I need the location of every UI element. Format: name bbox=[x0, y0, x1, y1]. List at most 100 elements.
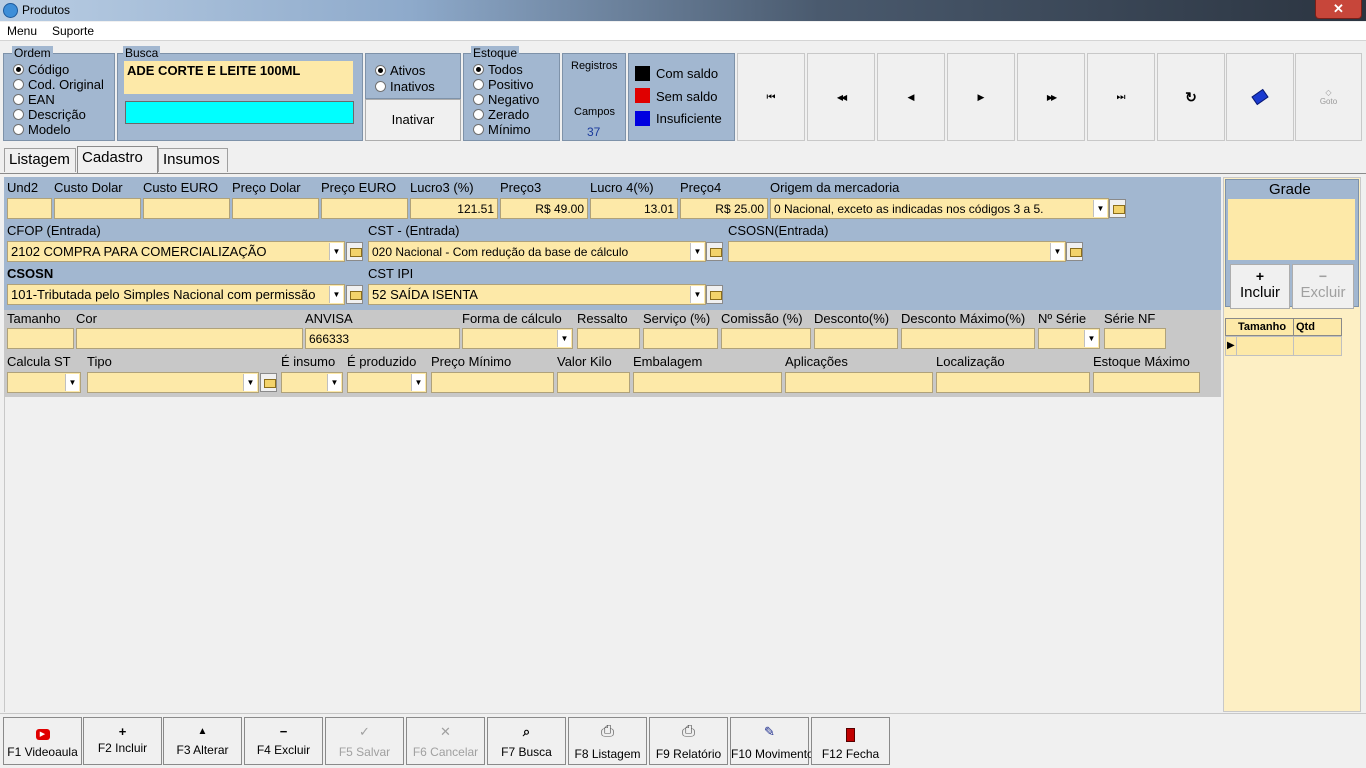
estoque-option-todos[interactable]: Todos bbox=[473, 62, 523, 77]
grade-excluir-button[interactable]: − Excluir bbox=[1292, 264, 1354, 309]
f8-listagem-button[interactable]: ⎙ F8 Listagem bbox=[568, 717, 647, 765]
chevron-down-icon: ▼ bbox=[411, 374, 425, 391]
comissao-input[interactable] bbox=[721, 328, 811, 349]
estoque-option-negativo[interactable]: Negativo bbox=[473, 92, 539, 107]
anvisa-input[interactable]: 666333 bbox=[305, 328, 460, 349]
tipo-folder-icon[interactable] bbox=[260, 373, 277, 392]
grade-incluir-button[interactable]: + Incluir bbox=[1230, 264, 1290, 309]
ordem-option-cod-original[interactable]: Cod. Original bbox=[13, 77, 104, 92]
preco3-input[interactable]: R$ 49.00 bbox=[500, 198, 588, 219]
ordem-option-descricao[interactable]: Descrição bbox=[13, 107, 86, 122]
plus-icon: + bbox=[1255, 268, 1265, 284]
f1-videoaula-button[interactable]: ▶ F1 Videoaula bbox=[3, 717, 82, 765]
numero-serie-select[interactable]: ▼ bbox=[1038, 328, 1100, 349]
aplicacoes-input[interactable] bbox=[785, 372, 933, 393]
preco-dolar-input[interactable] bbox=[232, 198, 319, 219]
radio-icon bbox=[13, 124, 24, 135]
e-insumo-select[interactable]: ▼ bbox=[281, 372, 343, 393]
cst-ipi-select[interactable]: 52 SAÍDA ISENTA ▼ bbox=[368, 284, 706, 305]
e-insumo-label: É insumo bbox=[281, 354, 336, 369]
csosn-select[interactable]: 101-Tributada pelo Simples Nacional com … bbox=[7, 284, 345, 305]
f2-incluir-button[interactable]: + F2 Incluir bbox=[83, 717, 162, 765]
tamanho-input[interactable] bbox=[7, 328, 74, 349]
goto-button[interactable]: ◇ Goto bbox=[1295, 53, 1362, 141]
custo-dolar-input[interactable] bbox=[54, 198, 141, 219]
preco4-input[interactable]: R$ 25.00 bbox=[680, 198, 768, 219]
lucro3-input[interactable]: 121.51 bbox=[410, 198, 498, 219]
insuficiente-swatch bbox=[635, 111, 650, 126]
tab-insumos[interactable]: Insumos bbox=[158, 148, 228, 172]
menu-item-suporte[interactable]: Suporte bbox=[52, 24, 94, 38]
csosn-folder-icon[interactable] bbox=[346, 285, 363, 304]
tab-listagem[interactable]: Listagem bbox=[4, 148, 76, 172]
localizacao-input[interactable] bbox=[936, 372, 1090, 393]
next-record-button[interactable]: ▶ bbox=[947, 53, 1015, 141]
serie-nf-input[interactable] bbox=[1104, 328, 1166, 349]
window-title: Produtos bbox=[22, 3, 71, 17]
next-page-button[interactable]: ▶▶ bbox=[1017, 53, 1085, 141]
ordem-option-ean[interactable]: EAN bbox=[13, 92, 55, 107]
menu-item-menu[interactable]: Menu bbox=[7, 24, 37, 38]
preco-minimo-input[interactable] bbox=[431, 372, 554, 393]
com-saldo-swatch bbox=[635, 66, 650, 81]
column-header-qtd: Qtd bbox=[1296, 321, 1315, 333]
csosn-entrada-select[interactable]: ▼ bbox=[728, 241, 1066, 262]
desconto-input[interactable] bbox=[814, 328, 898, 349]
close-button[interactable]: ✕ bbox=[1315, 0, 1362, 19]
ressalto-input[interactable] bbox=[577, 328, 640, 349]
last-record-button[interactable]: ⏭ bbox=[1087, 53, 1155, 141]
lucro4-input[interactable]: 13.01 bbox=[590, 198, 678, 219]
prev-record-button[interactable]: ◀ bbox=[877, 53, 945, 141]
refresh-button[interactable]: ↻ bbox=[1157, 53, 1225, 141]
f12-fecha-button[interactable]: ▮F12 Fecha bbox=[811, 717, 890, 765]
f6-cancelar-button[interactable]: ✕ F6 Cancelar bbox=[406, 717, 485, 765]
desconto-maximo-input[interactable] bbox=[901, 328, 1035, 349]
cfop-select[interactable]: 2102 COMPRA PARA COMERCIALIZAÇÃO ▼ bbox=[7, 241, 345, 262]
csosn-entrada-folder-icon[interactable] bbox=[1066, 242, 1083, 261]
radio-icon bbox=[13, 94, 24, 105]
busca-input[interactable]: ADE CORTE E LEITE 100ML bbox=[124, 61, 353, 94]
f7-busca-button[interactable]: ⌕ F7 Busca bbox=[487, 717, 566, 765]
grade-input[interactable] bbox=[1228, 199, 1355, 260]
cfop-folder-icon[interactable] bbox=[346, 242, 363, 261]
edit-record-button[interactable] bbox=[1226, 53, 1294, 141]
embalagem-input[interactable] bbox=[633, 372, 782, 393]
preco-euro-input[interactable] bbox=[321, 198, 408, 219]
estoque-option-zerado[interactable]: Zerado bbox=[473, 107, 529, 122]
f9-relatorio-button[interactable]: ⎙ F9 Relatório bbox=[649, 717, 728, 765]
forma-calculo-select[interactable]: ▼ bbox=[462, 328, 573, 349]
preco-euro-label: Preço EURO bbox=[321, 180, 397, 195]
f5-salvar-button[interactable]: ✓ F5 Salvar bbox=[325, 717, 404, 765]
ordem-option-codigo[interactable]: Código bbox=[13, 62, 69, 77]
busca-secondary-input[interactable] bbox=[125, 101, 354, 124]
cst-ipi-folder-icon[interactable] bbox=[706, 285, 723, 304]
csosn-label: CSOSN bbox=[7, 266, 54, 281]
origem-select[interactable]: 0 Nacional, exceto as indicadas nos códi… bbox=[770, 198, 1109, 219]
tab-cadastro[interactable]: Cadastro bbox=[77, 146, 158, 173]
cst-entrada-folder-icon[interactable] bbox=[706, 242, 723, 261]
estoque-maximo-input[interactable] bbox=[1093, 372, 1200, 393]
calcula-st-select[interactable]: ▼ bbox=[7, 372, 81, 393]
f3-alterar-button[interactable]: ▲ F3 Alterar bbox=[163, 717, 242, 765]
ordem-option-modelo[interactable]: Modelo bbox=[13, 122, 71, 137]
und2-input[interactable] bbox=[7, 198, 52, 219]
custo-euro-input[interactable] bbox=[143, 198, 230, 219]
table-row[interactable]: ▶ bbox=[1225, 336, 1342, 356]
first-record-button[interactable]: ⏮ bbox=[737, 53, 805, 141]
cor-input[interactable] bbox=[76, 328, 303, 349]
inativar-button[interactable]: Inativar bbox=[365, 99, 461, 141]
tipo-select[interactable]: ▼ bbox=[87, 372, 259, 393]
e-produzido-select[interactable]: ▼ bbox=[347, 372, 427, 393]
prev-page-button[interactable]: ◀◀ bbox=[807, 53, 875, 141]
status-option-inativos[interactable]: Inativos bbox=[375, 79, 435, 94]
estoque-option-minimo[interactable]: Mínimo bbox=[473, 122, 531, 137]
origem-folder-icon[interactable] bbox=[1109, 199, 1126, 218]
comissao-label: Comissão (%) bbox=[721, 311, 803, 326]
servico-input[interactable] bbox=[643, 328, 718, 349]
valor-kilo-input[interactable] bbox=[557, 372, 630, 393]
f10-movimento-button[interactable]: ✎ F10 Movimento bbox=[730, 717, 814, 765]
f4-excluir-button[interactable]: − F4 Excluir bbox=[244, 717, 323, 765]
estoque-option-positivo[interactable]: Positivo bbox=[473, 77, 534, 92]
cst-entrada-select[interactable]: 020 Nacional - Com redução da base de cá… bbox=[368, 241, 706, 262]
status-option-ativos[interactable]: Ativos bbox=[375, 63, 425, 78]
